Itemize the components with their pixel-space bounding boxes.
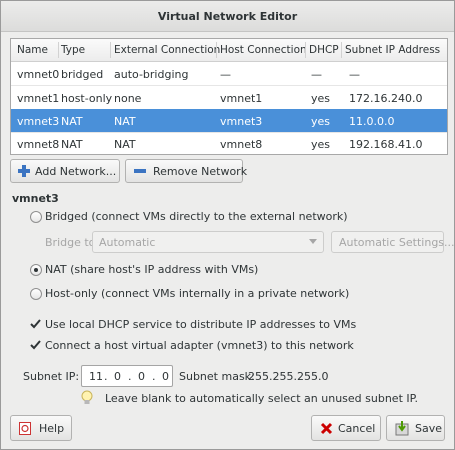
adapter-checkbox[interactable]	[30, 340, 41, 350]
cell-subnet: 192.168.41.0	[349, 138, 423, 151]
cell-name: vmnet1	[17, 92, 60, 105]
table-row-selected[interactable]: vmnet3 NAT NAT vmnet3 yes 11.0.0.0	[11, 109, 447, 133]
window-title: Virtual Network Editor	[157, 10, 298, 23]
nat-radio[interactable]	[30, 264, 42, 276]
bridged-option-label[interactable]: Bridged (connect VMs directly to the ext…	[45, 210, 348, 223]
table-header: Name Type External Connection Host Conne…	[11, 39, 447, 62]
cell-host: vmnet8	[220, 138, 263, 151]
dhcp-check-label[interactable]: Use local DHCP service to distribute IP …	[45, 318, 356, 331]
column-separator	[58, 42, 59, 58]
cancel-label: Cancel	[338, 422, 376, 435]
bridge-to-select[interactable]: Automatic	[92, 231, 324, 253]
ip-octet[interactable]: 0	[138, 370, 145, 383]
table-row[interactable]: vmnet1 host-only none vmnet1 yes 172.16.…	[11, 86, 447, 110]
cell-type: bridged	[61, 68, 104, 81]
help-book-icon	[19, 422, 31, 435]
cell-external: auto-bridging	[114, 68, 189, 81]
cell-name: vmnet8	[17, 138, 60, 151]
cancel-button[interactable]: Cancel	[311, 415, 381, 441]
ip-octet[interactable]: 11	[89, 370, 103, 383]
cell-external: NAT	[114, 115, 136, 128]
lightbulb-icon	[81, 390, 93, 404]
cell-external: none	[114, 92, 142, 105]
section-title: vmnet3	[12, 192, 59, 205]
table-row[interactable]: vmnet8 NAT NAT vmnet8 yes 192.168.41.0	[11, 132, 447, 154]
automatic-settings-button[interactable]: Automatic Settings...	[331, 231, 455, 253]
cancel-x-icon	[320, 422, 333, 435]
cell-name: vmnet3	[17, 115, 60, 128]
cell-host: vmnet1	[220, 92, 263, 105]
bridged-radio[interactable]	[30, 211, 42, 223]
cell-host: —	[220, 68, 231, 81]
cell-type: NAT	[61, 115, 83, 128]
column-header-type[interactable]: Type	[61, 44, 85, 56]
subnet-ip-input[interactable]: 11 . 0 . 0 . 0	[81, 365, 173, 387]
subnet-mask-label: Subnet mask:	[179, 370, 255, 383]
cell-dhcp: yes	[311, 92, 331, 105]
cell-type: host-only	[61, 92, 113, 105]
ip-dot: .	[104, 370, 108, 383]
cell-name: vmnet0	[17, 68, 60, 81]
cell-dhcp: —	[311, 68, 322, 81]
column-separator	[216, 42, 217, 58]
subnet-mask-value: 255.255.255.0	[248, 370, 329, 383]
remove-network-label: Remove Network	[153, 165, 248, 178]
automatic-settings-label: Automatic Settings...	[339, 236, 455, 249]
column-header-host-connection[interactable]: Host Connection	[220, 44, 307, 56]
virtual-network-editor-window: Virtual Network Editor Name Type Externa…	[0, 0, 455, 450]
remove-network-button[interactable]: Remove Network	[125, 159, 247, 183]
save-button[interactable]: Save	[386, 415, 445, 441]
cell-host: vmnet3	[220, 115, 263, 128]
dhcp-checkbox[interactable]	[30, 319, 41, 329]
hostonly-option-label[interactable]: Host-only (connect VMs internally in a p…	[45, 287, 349, 300]
plus-icon	[18, 165, 30, 177]
column-header-subnet-ip[interactable]: Subnet IP Address	[345, 44, 440, 56]
chevron-down-icon	[309, 239, 317, 244]
cell-subnet: 11.0.0.0	[349, 115, 395, 128]
add-network-button[interactable]: Add Network...	[10, 159, 120, 183]
column-separator	[341, 42, 342, 58]
column-separator	[305, 42, 306, 58]
column-header-name[interactable]: Name	[17, 44, 48, 56]
help-button[interactable]: Help	[10, 415, 72, 441]
cell-type: NAT	[61, 138, 83, 151]
column-header-dhcp[interactable]: DHCP	[309, 44, 339, 56]
help-label: Help	[39, 422, 65, 435]
column-separator	[110, 42, 111, 58]
add-network-label: Add Network...	[35, 165, 117, 178]
nat-option-label[interactable]: NAT (share host's IP address with VMs)	[45, 263, 258, 276]
hostonly-radio[interactable]	[30, 288, 42, 300]
ip-octet[interactable]: 0	[114, 370, 121, 383]
ip-dot: .	[128, 370, 132, 383]
cell-subnet: 172.16.240.0	[349, 92, 423, 105]
ip-octet[interactable]: 0	[162, 370, 169, 383]
cell-external: NAT	[114, 138, 136, 151]
minus-icon	[134, 169, 146, 173]
cell-dhcp: yes	[311, 138, 331, 151]
column-header-external-connection[interactable]: External Connection	[114, 44, 220, 56]
cell-dhcp: yes	[311, 115, 331, 128]
bridge-to-label: Bridge to:	[45, 236, 100, 249]
save-icon	[395, 421, 409, 436]
table-row[interactable]: vmnet0 bridged auto-bridging — — —	[11, 62, 447, 86]
adapter-check-label[interactable]: Connect a host virtual adapter (vmnet3) …	[45, 339, 354, 352]
subnet-hint: Leave blank to automatically select an u…	[105, 392, 419, 405]
save-label: Save	[415, 422, 443, 435]
subnet-ip-label: Subnet IP:	[23, 370, 80, 383]
network-table: Name Type External Connection Host Conne…	[10, 38, 448, 155]
ip-dot: .	[152, 370, 156, 383]
bridge-to-value: Automatic	[99, 236, 156, 249]
title-bar[interactable]: Virtual Network Editor	[1, 1, 454, 32]
cell-subnet: —	[349, 68, 360, 81]
